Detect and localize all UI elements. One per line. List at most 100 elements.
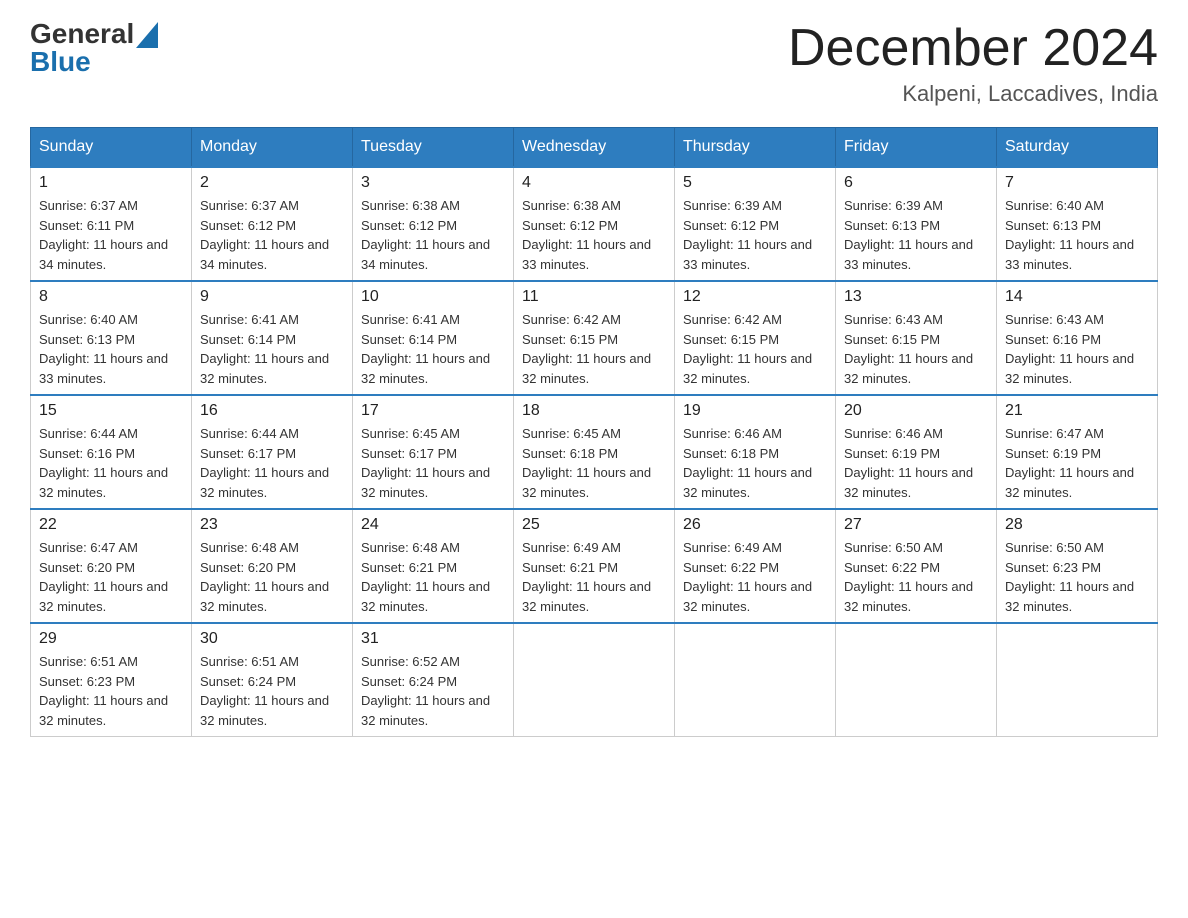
location-title: Kalpeni, Laccadives, India <box>788 81 1158 107</box>
calendar-header-thursday: Thursday <box>675 128 836 168</box>
calendar-cell: 27 Sunrise: 6:50 AM Sunset: 6:22 PM Dayl… <box>836 509 997 623</box>
calendar-cell: 1 Sunrise: 6:37 AM Sunset: 6:11 PM Dayli… <box>31 167 192 281</box>
calendar-cell <box>997 623 1158 737</box>
day-number: 6 <box>844 174 988 192</box>
day-info: Sunrise: 6:38 AM Sunset: 6:12 PM Dayligh… <box>361 196 505 274</box>
calendar-cell: 23 Sunrise: 6:48 AM Sunset: 6:20 PM Dayl… <box>192 509 353 623</box>
calendar-cell: 6 Sunrise: 6:39 AM Sunset: 6:13 PM Dayli… <box>836 167 997 281</box>
calendar-cell: 18 Sunrise: 6:45 AM Sunset: 6:18 PM Dayl… <box>514 395 675 509</box>
day-info: Sunrise: 6:47 AM Sunset: 6:20 PM Dayligh… <box>39 538 183 616</box>
day-info: Sunrise: 6:43 AM Sunset: 6:16 PM Dayligh… <box>1005 310 1149 388</box>
day-info: Sunrise: 6:42 AM Sunset: 6:15 PM Dayligh… <box>522 310 666 388</box>
day-info: Sunrise: 6:44 AM Sunset: 6:16 PM Dayligh… <box>39 424 183 502</box>
logo-triangle-icon <box>136 22 158 48</box>
calendar-cell: 7 Sunrise: 6:40 AM Sunset: 6:13 PM Dayli… <box>997 167 1158 281</box>
calendar-header-saturday: Saturday <box>997 128 1158 168</box>
day-info: Sunrise: 6:43 AM Sunset: 6:15 PM Dayligh… <box>844 310 988 388</box>
day-info: Sunrise: 6:51 AM Sunset: 6:24 PM Dayligh… <box>200 652 344 730</box>
day-number: 19 <box>683 402 827 420</box>
day-info: Sunrise: 6:50 AM Sunset: 6:23 PM Dayligh… <box>1005 538 1149 616</box>
calendar-header-sunday: Sunday <box>31 128 192 168</box>
day-info: Sunrise: 6:42 AM Sunset: 6:15 PM Dayligh… <box>683 310 827 388</box>
calendar-cell: 3 Sunrise: 6:38 AM Sunset: 6:12 PM Dayli… <box>353 167 514 281</box>
day-info: Sunrise: 6:41 AM Sunset: 6:14 PM Dayligh… <box>361 310 505 388</box>
calendar-cell: 25 Sunrise: 6:49 AM Sunset: 6:21 PM Dayl… <box>514 509 675 623</box>
day-number: 25 <box>522 516 666 534</box>
day-info: Sunrise: 6:50 AM Sunset: 6:22 PM Dayligh… <box>844 538 988 616</box>
page-header: General Blue December 2024 Kalpeni, Lacc… <box>30 20 1158 107</box>
calendar-cell <box>675 623 836 737</box>
day-info: Sunrise: 6:37 AM Sunset: 6:12 PM Dayligh… <box>200 196 344 274</box>
calendar-cell: 17 Sunrise: 6:45 AM Sunset: 6:17 PM Dayl… <box>353 395 514 509</box>
calendar-cell: 12 Sunrise: 6:42 AM Sunset: 6:15 PM Dayl… <box>675 281 836 395</box>
day-number: 23 <box>200 516 344 534</box>
calendar-header-friday: Friday <box>836 128 997 168</box>
day-number: 17 <box>361 402 505 420</box>
day-info: Sunrise: 6:44 AM Sunset: 6:17 PM Dayligh… <box>200 424 344 502</box>
title-block: December 2024 Kalpeni, Laccadives, India <box>788 20 1158 107</box>
calendar-week-row: 15 Sunrise: 6:44 AM Sunset: 6:16 PM Dayl… <box>31 395 1158 509</box>
day-info: Sunrise: 6:37 AM Sunset: 6:11 PM Dayligh… <box>39 196 183 274</box>
calendar-table: SundayMondayTuesdayWednesdayThursdayFrid… <box>30 127 1158 737</box>
day-number: 22 <box>39 516 183 534</box>
calendar-cell: 19 Sunrise: 6:46 AM Sunset: 6:18 PM Dayl… <box>675 395 836 509</box>
calendar-header-row: SundayMondayTuesdayWednesdayThursdayFrid… <box>31 128 1158 168</box>
day-number: 11 <box>522 288 666 306</box>
day-number: 12 <box>683 288 827 306</box>
calendar-cell: 30 Sunrise: 6:51 AM Sunset: 6:24 PM Dayl… <box>192 623 353 737</box>
day-number: 1 <box>39 174 183 192</box>
calendar-cell: 26 Sunrise: 6:49 AM Sunset: 6:22 PM Dayl… <box>675 509 836 623</box>
day-info: Sunrise: 6:51 AM Sunset: 6:23 PM Dayligh… <box>39 652 183 730</box>
day-number: 16 <box>200 402 344 420</box>
day-info: Sunrise: 6:46 AM Sunset: 6:19 PM Dayligh… <box>844 424 988 502</box>
logo-blue-text: Blue <box>30 48 91 76</box>
day-info: Sunrise: 6:45 AM Sunset: 6:17 PM Dayligh… <box>361 424 505 502</box>
day-info: Sunrise: 6:47 AM Sunset: 6:19 PM Dayligh… <box>1005 424 1149 502</box>
day-info: Sunrise: 6:49 AM Sunset: 6:22 PM Dayligh… <box>683 538 827 616</box>
calendar-cell: 4 Sunrise: 6:38 AM Sunset: 6:12 PM Dayli… <box>514 167 675 281</box>
calendar-header-tuesday: Tuesday <box>353 128 514 168</box>
day-info: Sunrise: 6:41 AM Sunset: 6:14 PM Dayligh… <box>200 310 344 388</box>
day-number: 26 <box>683 516 827 534</box>
day-number: 5 <box>683 174 827 192</box>
calendar-cell <box>514 623 675 737</box>
logo-general-text: General <box>30 20 134 48</box>
calendar-cell: 16 Sunrise: 6:44 AM Sunset: 6:17 PM Dayl… <box>192 395 353 509</box>
calendar-week-row: 1 Sunrise: 6:37 AM Sunset: 6:11 PM Dayli… <box>31 167 1158 281</box>
logo: General Blue <box>30 20 158 76</box>
month-title: December 2024 <box>788 20 1158 77</box>
day-info: Sunrise: 6:39 AM Sunset: 6:12 PM Dayligh… <box>683 196 827 274</box>
day-number: 27 <box>844 516 988 534</box>
day-info: Sunrise: 6:38 AM Sunset: 6:12 PM Dayligh… <box>522 196 666 274</box>
day-info: Sunrise: 6:48 AM Sunset: 6:21 PM Dayligh… <box>361 538 505 616</box>
day-number: 21 <box>1005 402 1149 420</box>
calendar-cell: 15 Sunrise: 6:44 AM Sunset: 6:16 PM Dayl… <box>31 395 192 509</box>
day-number: 4 <box>522 174 666 192</box>
day-number: 10 <box>361 288 505 306</box>
day-info: Sunrise: 6:39 AM Sunset: 6:13 PM Dayligh… <box>844 196 988 274</box>
calendar-cell: 28 Sunrise: 6:50 AM Sunset: 6:23 PM Dayl… <box>997 509 1158 623</box>
calendar-cell: 10 Sunrise: 6:41 AM Sunset: 6:14 PM Dayl… <box>353 281 514 395</box>
calendar-cell: 22 Sunrise: 6:47 AM Sunset: 6:20 PM Dayl… <box>31 509 192 623</box>
day-number: 3 <box>361 174 505 192</box>
calendar-cell: 13 Sunrise: 6:43 AM Sunset: 6:15 PM Dayl… <box>836 281 997 395</box>
calendar-week-row: 29 Sunrise: 6:51 AM Sunset: 6:23 PM Dayl… <box>31 623 1158 737</box>
day-info: Sunrise: 6:48 AM Sunset: 6:20 PM Dayligh… <box>200 538 344 616</box>
calendar-cell: 21 Sunrise: 6:47 AM Sunset: 6:19 PM Dayl… <box>997 395 1158 509</box>
day-info: Sunrise: 6:52 AM Sunset: 6:24 PM Dayligh… <box>361 652 505 730</box>
day-info: Sunrise: 6:40 AM Sunset: 6:13 PM Dayligh… <box>1005 196 1149 274</box>
day-number: 2 <box>200 174 344 192</box>
day-number: 28 <box>1005 516 1149 534</box>
day-info: Sunrise: 6:40 AM Sunset: 6:13 PM Dayligh… <box>39 310 183 388</box>
calendar-cell: 11 Sunrise: 6:42 AM Sunset: 6:15 PM Dayl… <box>514 281 675 395</box>
calendar-week-row: 8 Sunrise: 6:40 AM Sunset: 6:13 PM Dayli… <box>31 281 1158 395</box>
calendar-cell: 2 Sunrise: 6:37 AM Sunset: 6:12 PM Dayli… <box>192 167 353 281</box>
calendar-cell: 9 Sunrise: 6:41 AM Sunset: 6:14 PM Dayli… <box>192 281 353 395</box>
calendar-header-wednesday: Wednesday <box>514 128 675 168</box>
calendar-cell: 31 Sunrise: 6:52 AM Sunset: 6:24 PM Dayl… <box>353 623 514 737</box>
day-number: 8 <box>39 288 183 306</box>
calendar-cell: 29 Sunrise: 6:51 AM Sunset: 6:23 PM Dayl… <box>31 623 192 737</box>
day-number: 15 <box>39 402 183 420</box>
day-info: Sunrise: 6:45 AM Sunset: 6:18 PM Dayligh… <box>522 424 666 502</box>
day-number: 18 <box>522 402 666 420</box>
